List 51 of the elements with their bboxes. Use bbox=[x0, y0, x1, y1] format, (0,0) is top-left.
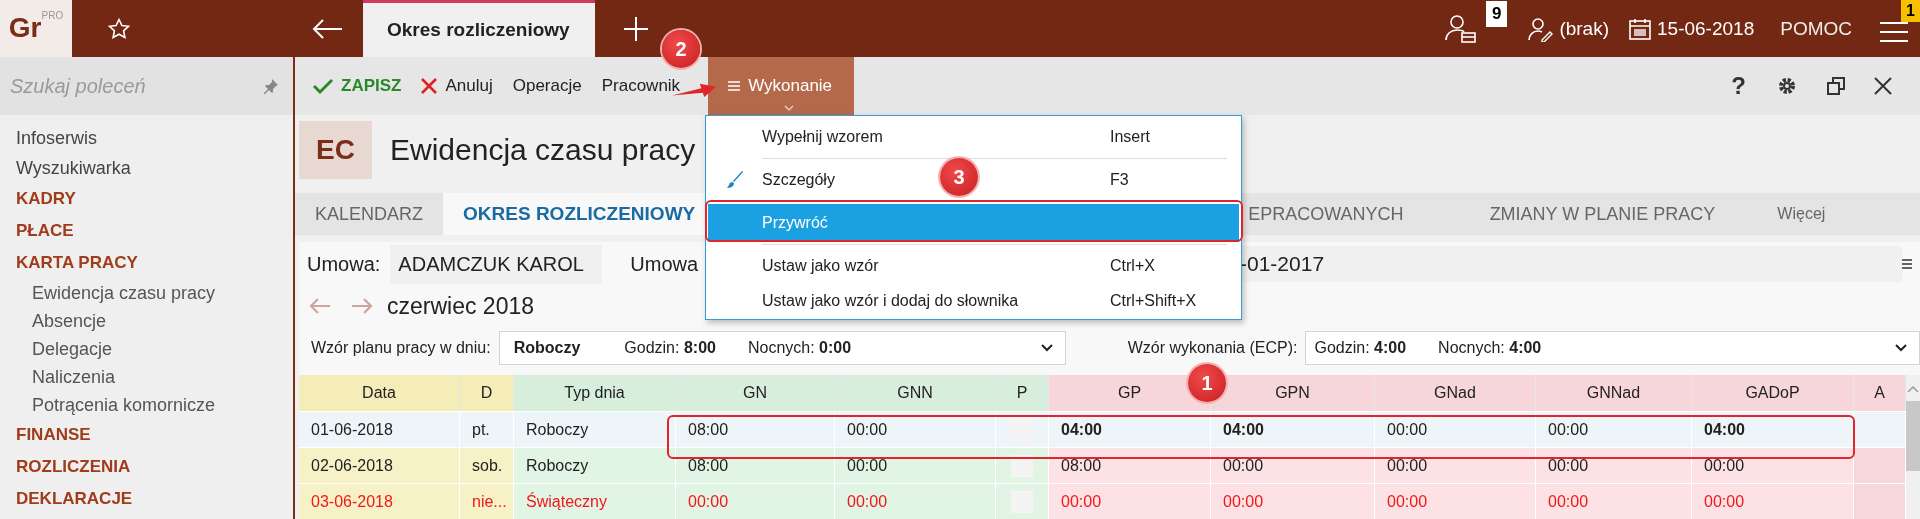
table-cell: 00:00 bbox=[835, 483, 996, 519]
module-title: Ewidencja czasu pracy bbox=[390, 133, 696, 167]
module-badge: EC bbox=[299, 121, 372, 179]
table-cell: 00:00 bbox=[1536, 447, 1692, 483]
hours-text: Godzin: 8:00 bbox=[624, 339, 716, 357]
table-cell: 00:00 bbox=[1375, 447, 1536, 483]
notification-badge: 1 bbox=[1901, 0, 1920, 22]
table-cell: 00:00 bbox=[1536, 411, 1692, 447]
table-cell: 04:00 bbox=[1211, 411, 1375, 447]
field-label: Wzór planu pracy w dniu: bbox=[311, 339, 491, 357]
table-cell: 01-06-2018 bbox=[299, 411, 460, 447]
month-label: czerwiec 2018 bbox=[387, 292, 535, 320]
table-cell: nie... bbox=[460, 483, 514, 519]
table-cell: 08:00 bbox=[1049, 447, 1211, 483]
field-label: Wzór wykonania (ECP): bbox=[1127, 339, 1298, 357]
shortcut-label: Ctrl+Shift+X bbox=[1110, 292, 1197, 310]
notification-badge: 9 bbox=[1485, 0, 1508, 27]
field-label: Umowa: bbox=[307, 252, 381, 276]
table-cell: 00:00 bbox=[1211, 483, 1375, 519]
table-cell: pt. bbox=[460, 411, 514, 447]
step-callout-tooltip: 1 bbox=[1188, 364, 1226, 402]
step-callout-tooltip: 3 bbox=[940, 158, 978, 196]
table-cell: 00:00 bbox=[1375, 411, 1536, 447]
hours-text: Godzin: 4:00 bbox=[1314, 339, 1407, 357]
day-type-value: Roboczy bbox=[513, 339, 581, 357]
table-cell: sob. bbox=[460, 447, 514, 483]
table-cell: 00:00 bbox=[835, 411, 996, 447]
table-cell: 00:00 bbox=[676, 483, 835, 519]
night-hours-text: Nocnych: 4:00 bbox=[1438, 339, 1542, 357]
table-cell: 03-06-2018 bbox=[299, 483, 460, 519]
table-cell: 04:00 bbox=[1692, 411, 1854, 447]
table-cell: 04:00 bbox=[1049, 411, 1211, 447]
shortcut-label: Insert bbox=[1110, 128, 1150, 146]
table-cell: 00:00 bbox=[835, 447, 996, 483]
table-cell: Roboczy bbox=[514, 411, 676, 447]
table-cell: 00:00 bbox=[1536, 483, 1692, 519]
night-hours-text: Nocnych: 0:00 bbox=[747, 339, 852, 357]
table-cell: 00:00 bbox=[1375, 483, 1536, 519]
step-callout-tooltip: 2 bbox=[662, 30, 700, 68]
shortcut-label: Ctrl+X bbox=[1110, 257, 1155, 275]
table-cell: 00:00 bbox=[1692, 483, 1854, 519]
table-cell: 08:00 bbox=[676, 447, 835, 483]
table-cell: 02-06-2018 bbox=[299, 447, 460, 483]
table-cell: 00:00 bbox=[1692, 447, 1854, 483]
table-cell: Świąteczny bbox=[514, 483, 676, 519]
table-cell: 08:00 bbox=[676, 411, 835, 447]
shortcut-label: F3 bbox=[1110, 171, 1129, 189]
table-cell: 00:00 bbox=[1211, 447, 1375, 483]
field-label: Umowa bbox=[630, 252, 699, 276]
table-cell: Roboczy bbox=[514, 447, 676, 483]
table-cell: 00:00 bbox=[1049, 483, 1211, 519]
